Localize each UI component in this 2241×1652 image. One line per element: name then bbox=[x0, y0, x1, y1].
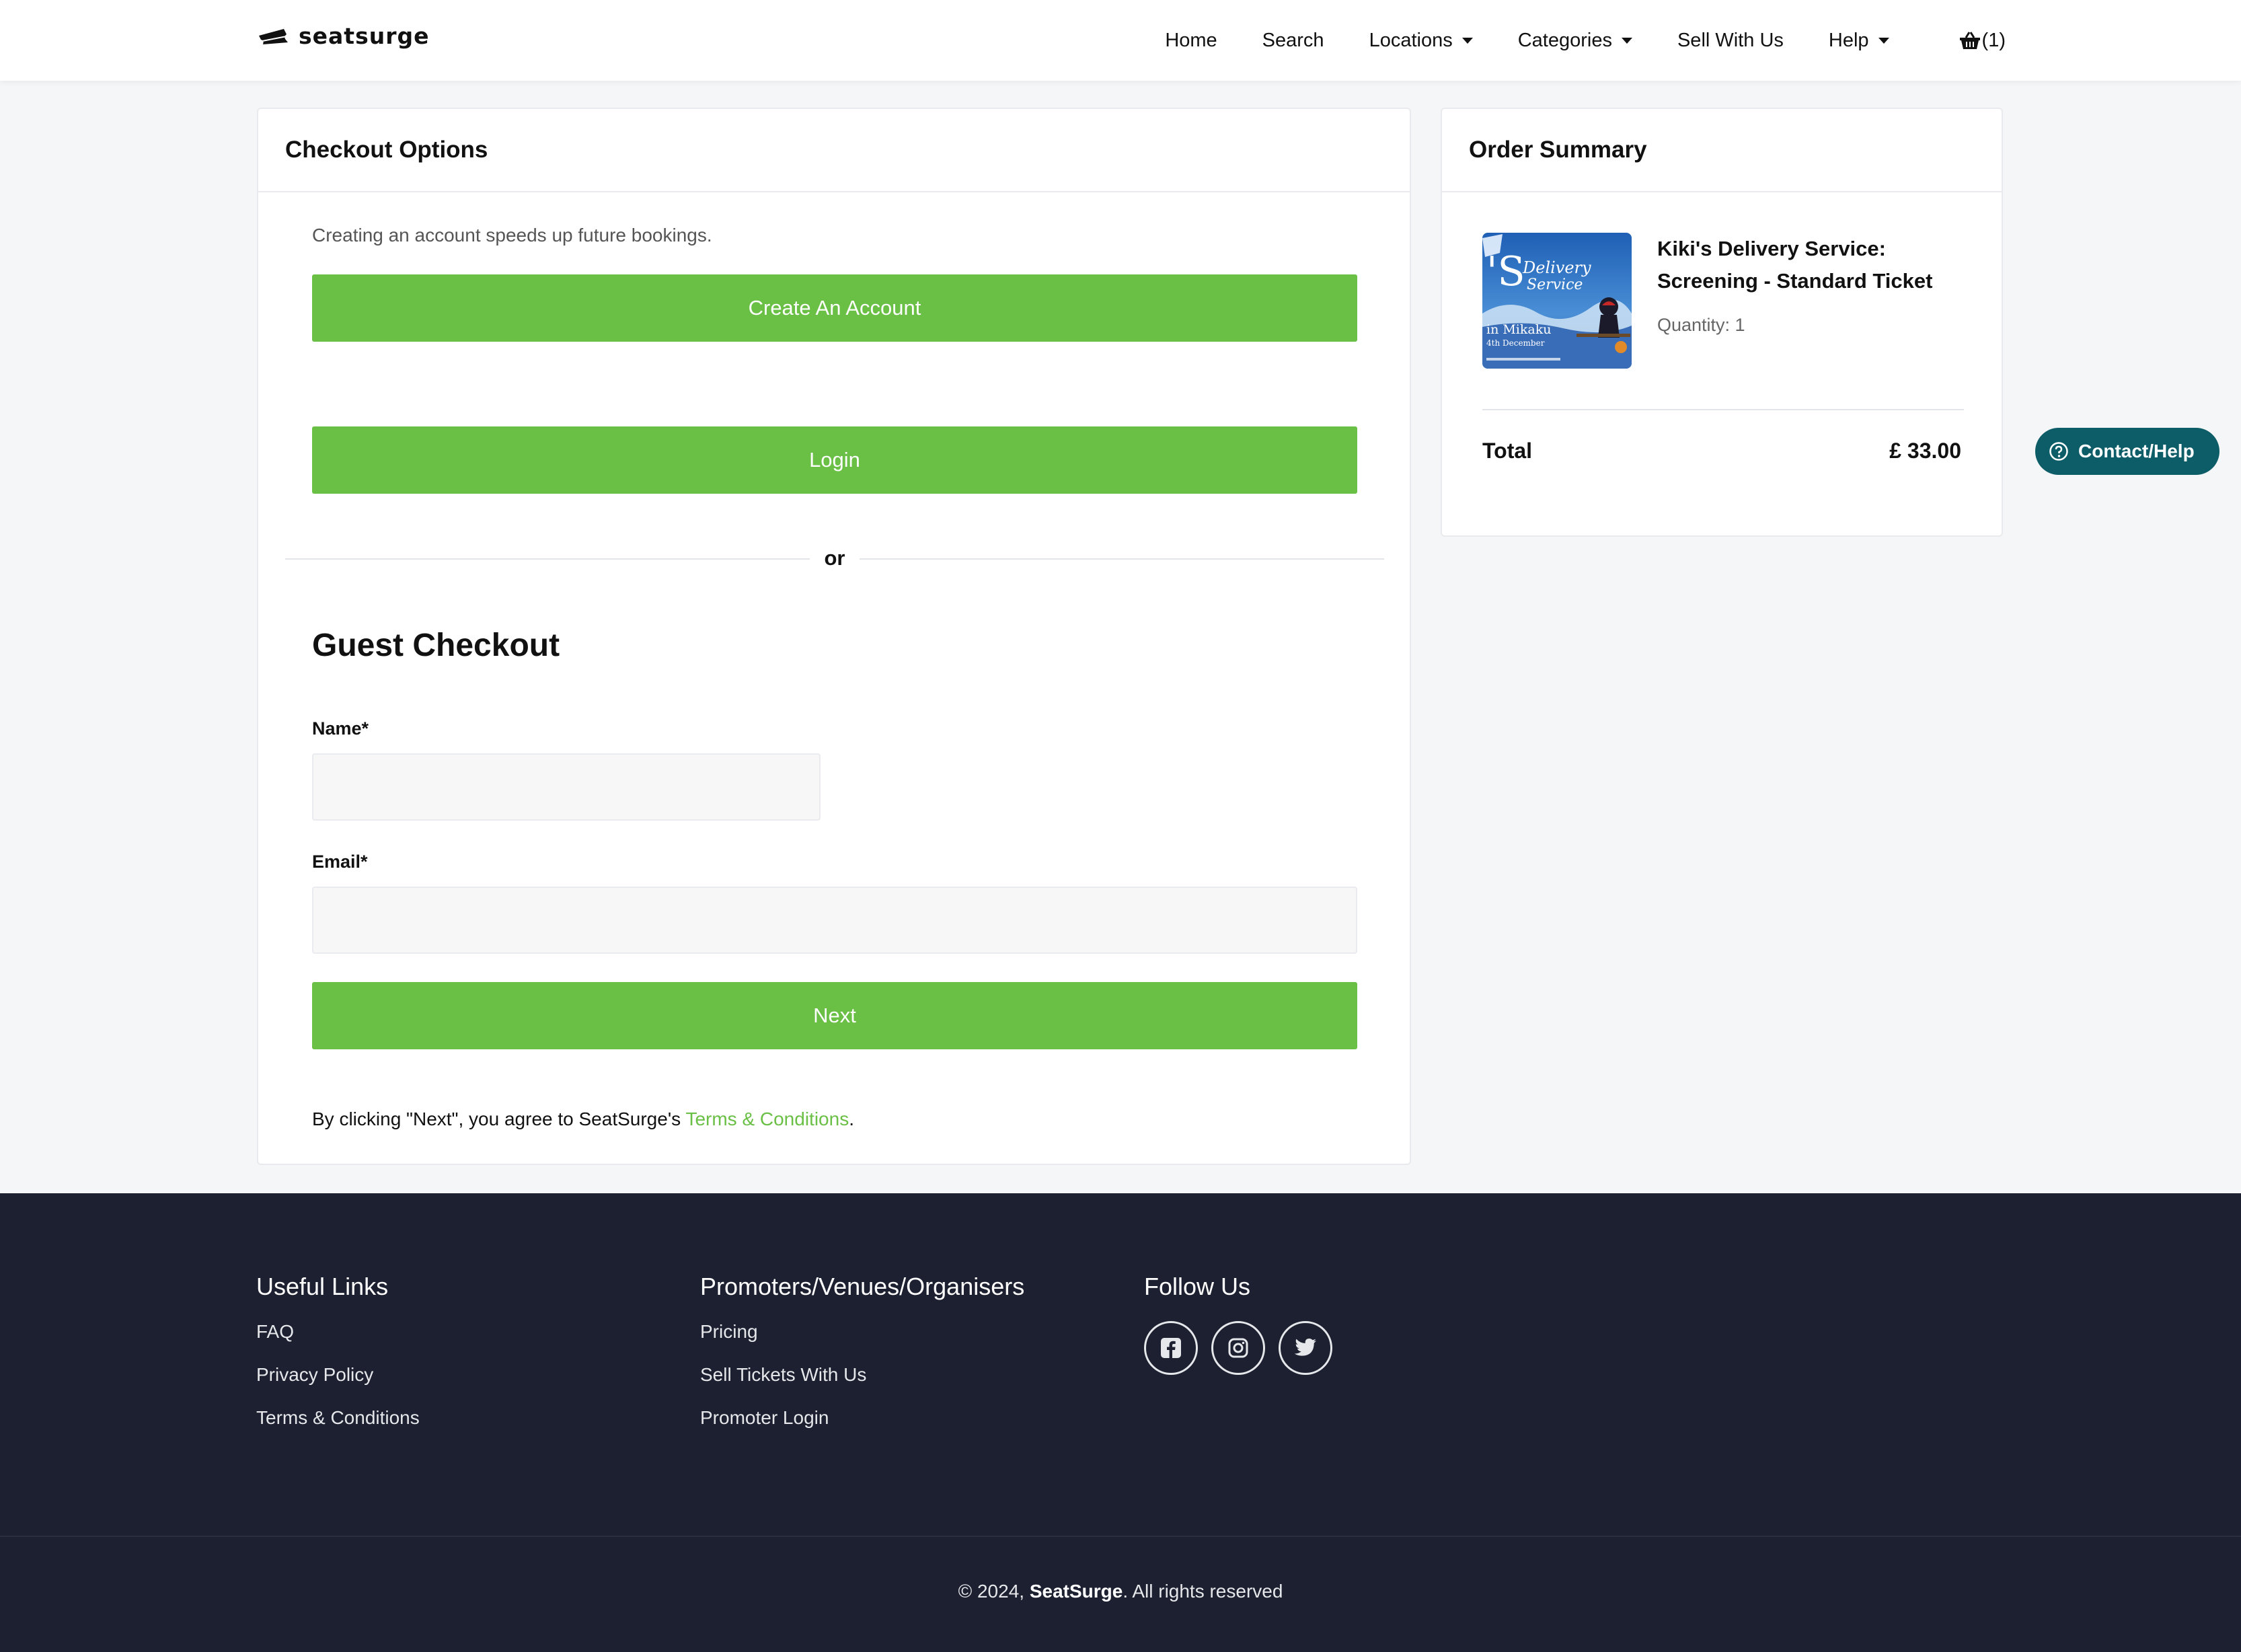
nav-home-label: Home bbox=[1165, 29, 1217, 51]
nav-locations[interactable]: Locations bbox=[1369, 30, 1473, 52]
copyright-suffix: . All rights reserved bbox=[1123, 1581, 1283, 1602]
login-button[interactable]: Login bbox=[312, 426, 1357, 494]
nav-help-label: Help bbox=[1828, 29, 1869, 51]
copyright-brand: SeatSurge bbox=[1029, 1581, 1123, 1602]
footer-link-faq[interactable]: FAQ bbox=[256, 1321, 420, 1343]
main-nav: Home Search Locations Categories Sell Wi… bbox=[1165, 0, 2006, 81]
site-footer: Useful Links FAQ Privacy Policy Terms & … bbox=[0, 1193, 2241, 1652]
footer-link-privacy[interactable]: Privacy Policy bbox=[256, 1364, 420, 1386]
facebook-link[interactable] bbox=[1144, 1321, 1198, 1375]
nav-search[interactable]: Search bbox=[1262, 30, 1324, 52]
facebook-icon bbox=[1161, 1338, 1181, 1358]
twitter-icon bbox=[1294, 1339, 1316, 1356]
contact-help-button[interactable]: Contact/Help bbox=[2035, 428, 2219, 475]
poster-text-location: in Mikaku bbox=[1486, 322, 1551, 337]
or-divider: or bbox=[285, 545, 1384, 572]
nav-help[interactable]: Help bbox=[1829, 30, 1889, 52]
twitter-link[interactable] bbox=[1279, 1321, 1332, 1375]
email-field[interactable] bbox=[312, 887, 1357, 954]
footer-promoters-title: Promoters/Venues/Organisers bbox=[700, 1273, 1025, 1300]
basket-icon bbox=[1959, 32, 1980, 49]
footer-useful-links: Useful Links FAQ Privacy Policy Terms & … bbox=[256, 1273, 420, 1450]
copyright-text: © 2024, SeatSurge. All rights reserved bbox=[0, 1581, 2241, 1602]
account-helper-text: Creating an account speeds up future boo… bbox=[312, 225, 712, 246]
event-poster-image: 'S Delivery Service in Mikaku 4th Decemb… bbox=[1482, 233, 1632, 369]
instagram-link[interactable] bbox=[1211, 1321, 1265, 1375]
caret-down-icon bbox=[1461, 37, 1473, 44]
terms-prefix: By clicking "Next", you agree to SeatSur… bbox=[312, 1109, 686, 1129]
order-summary-card: Order Summary 'S Delivery Service in Mik bbox=[1441, 108, 2003, 537]
social-links bbox=[1144, 1321, 1332, 1375]
footer-link-sell-tickets[interactable]: Sell Tickets With Us bbox=[700, 1364, 1024, 1386]
guest-checkout-title: Guest Checkout bbox=[312, 628, 560, 663]
footer-divider bbox=[0, 1536, 2241, 1537]
ticket-logo-icon bbox=[259, 28, 288, 44]
terms-notice: By clicking "Next", you agree to SeatSur… bbox=[312, 1109, 854, 1130]
poster-text-date: 4th December bbox=[1486, 338, 1545, 348]
caret-down-icon bbox=[1621, 37, 1632, 44]
footer-promoter-links: Promoters/Venues/Organisers Pricing Sell… bbox=[700, 1273, 1024, 1450]
name-field[interactable] bbox=[312, 753, 821, 821]
nav-locations-label: Locations bbox=[1369, 29, 1453, 51]
copyright-prefix: © 2024, bbox=[958, 1581, 1030, 1602]
order-item-quantity: Quantity: 1 bbox=[1657, 315, 1745, 335]
create-account-button[interactable]: Create An Account bbox=[312, 274, 1357, 342]
email-label: Email* bbox=[312, 852, 368, 872]
cart-count: (1) bbox=[1981, 29, 2006, 51]
summary-divider bbox=[1482, 409, 1964, 410]
nav-categories[interactable]: Categories bbox=[1518, 30, 1632, 52]
terms-suffix: . bbox=[849, 1109, 854, 1129]
question-circle-icon bbox=[2049, 442, 2068, 461]
cart-button[interactable]: (1) bbox=[1959, 30, 2006, 52]
svg-text:'S: 'S bbox=[1486, 248, 1525, 295]
terms-link[interactable]: Terms & Conditions bbox=[685, 1109, 849, 1129]
footer-follow-title: Follow Us bbox=[1144, 1273, 1251, 1300]
next-button[interactable]: Next bbox=[312, 982, 1357, 1049]
divider-text: or bbox=[824, 546, 845, 570]
order-item-title: Kiki's Delivery Service: Screening - Sta… bbox=[1657, 237, 1933, 293]
poster-text-service: Service bbox=[1527, 276, 1583, 293]
nav-categories-label: Categories bbox=[1517, 29, 1612, 51]
nav-search-label: Search bbox=[1262, 29, 1324, 51]
footer-follow: Follow Us bbox=[1144, 1273, 1332, 1375]
instagram-icon bbox=[1228, 1338, 1248, 1358]
checkout-options-card: Checkout Options Creating an account spe… bbox=[257, 108, 1411, 1165]
footer-link-pricing[interactable]: Pricing bbox=[700, 1321, 1024, 1343]
brand-name: seatsurge bbox=[299, 23, 430, 49]
order-summary-title: Order Summary bbox=[1442, 109, 2002, 192]
brand-logo[interactable]: seatsurge bbox=[257, 23, 429, 49]
poster-text-delivery: Delivery bbox=[1522, 258, 1591, 277]
nav-home[interactable]: Home bbox=[1165, 30, 1217, 52]
caret-down-icon bbox=[1878, 37, 1889, 44]
nav-sell-label: Sell With Us bbox=[1677, 29, 1784, 51]
total-label: Total bbox=[1482, 439, 1533, 463]
contact-help-label: Contact/Help bbox=[2078, 441, 2195, 461]
checkout-options-title: Checkout Options bbox=[258, 109, 1410, 192]
total-value: £ 33.00 bbox=[1889, 439, 1961, 463]
footer-useful-title: Useful Links bbox=[256, 1273, 389, 1300]
footer-link-terms[interactable]: Terms & Conditions bbox=[256, 1407, 420, 1429]
name-label: Name* bbox=[312, 718, 369, 739]
site-header: seatsurge Home Search Locations Categori… bbox=[0, 0, 2241, 81]
nav-sell-with-us[interactable]: Sell With Us bbox=[1677, 30, 1784, 52]
footer-link-promoter-login[interactable]: Promoter Login bbox=[700, 1407, 1024, 1429]
